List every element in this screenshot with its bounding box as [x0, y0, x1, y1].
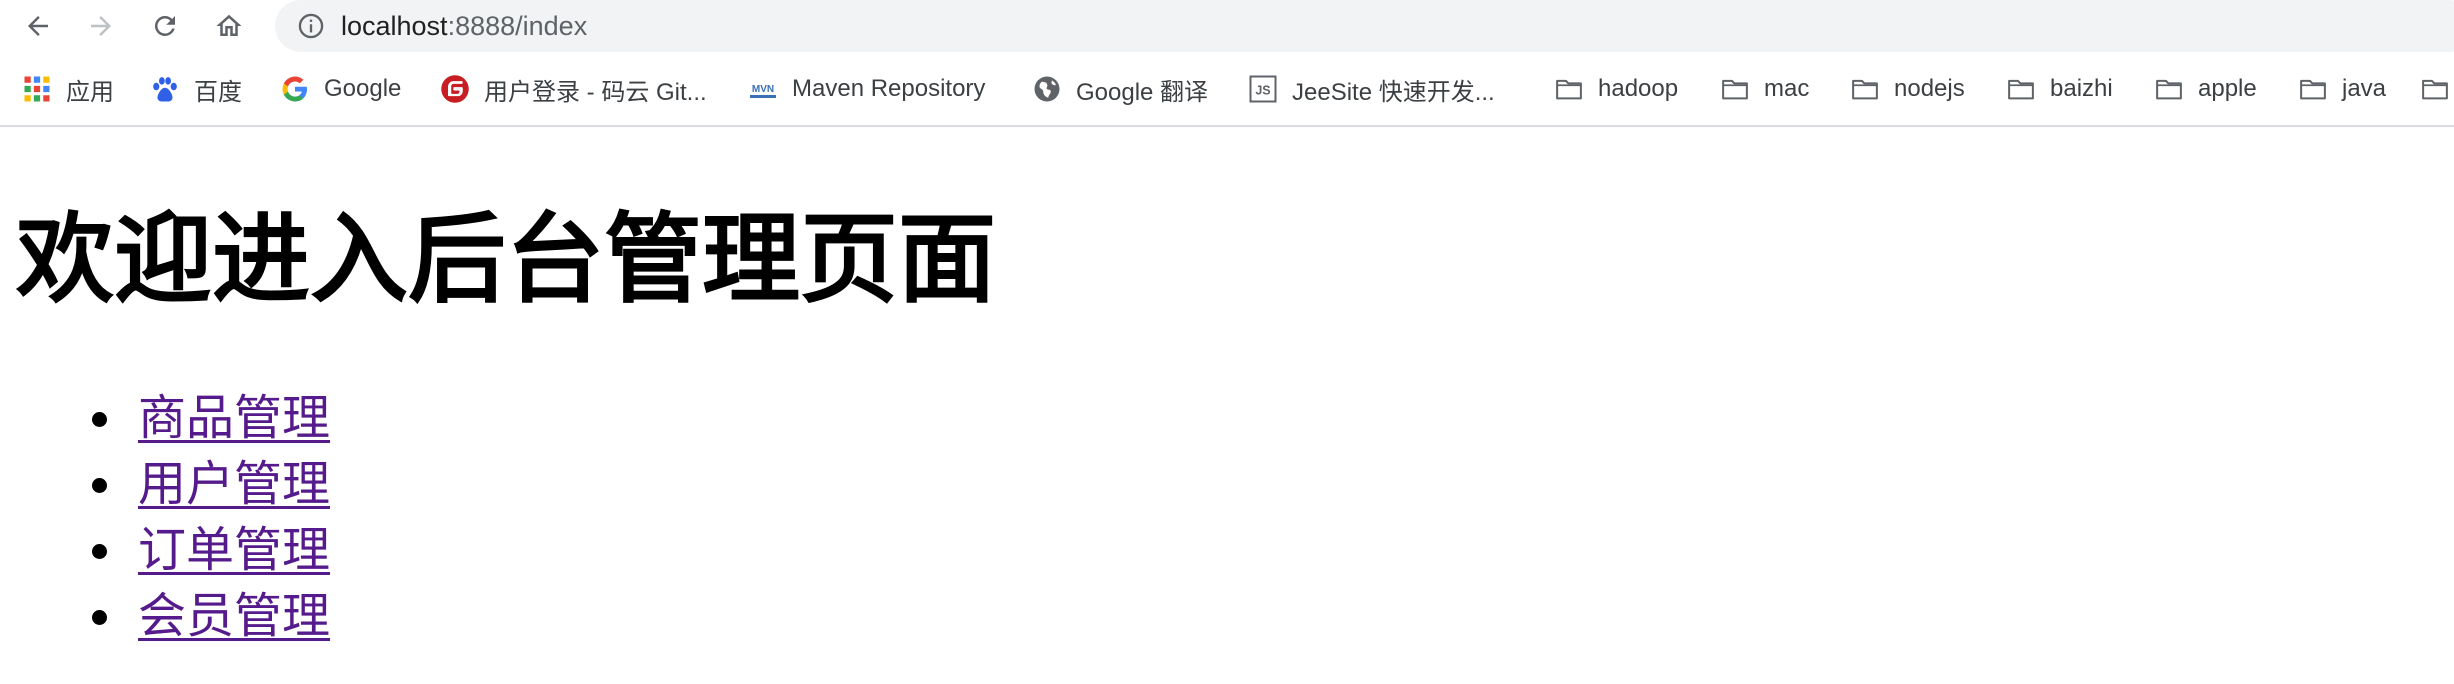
bookmark-google[interactable]: Google — [280, 66, 401, 112]
bookmark-label: hadoop — [1598, 75, 1679, 102]
bookmark-label: Google — [324, 75, 402, 102]
url-text: localhost:8888/index — [341, 11, 587, 42]
bookmark-label: Maven Repository — [792, 75, 986, 102]
bookmark-label: 用户登录 - 码云 Git... — [484, 78, 707, 106]
list-item: 订单管理 — [92, 517, 330, 583]
bookmark-label: java — [2342, 75, 2387, 102]
admin-menu-list: 商品管理 用户管理 订单管理 会员管理 — [0, 385, 330, 649]
folder-icon — [1720, 74, 1750, 104]
bookmark-label: apple — [2198, 75, 2257, 102]
bookmark-label: Google 翻译 — [1076, 78, 1209, 106]
page-title: 欢迎进入后台管理页面 — [16, 203, 997, 317]
bookmark-folder-baizhi[interactable]: baizhi — [2006, 66, 2113, 112]
bullet-icon — [92, 478, 107, 493]
url-path: :8888/index — [447, 10, 588, 41]
maven-icon: MVN — [748, 74, 778, 104]
address-bar[interactable]: localhost:8888/index — [275, 0, 2454, 52]
folder-icon — [2420, 74, 2450, 104]
bookmark-baidu[interactable]: 百度 — [150, 66, 242, 112]
bookmark-folder-java[interactable]: java — [2298, 66, 2386, 112]
bookmark-label: nodejs — [1894, 75, 1965, 102]
gitee-icon — [440, 74, 470, 104]
svg-text:JS: JS — [1255, 84, 1270, 98]
bookmark-gitee[interactable]: 用户登录 - 码云 Git... — [440, 66, 707, 112]
bookmarks-bar: 应用 百度 Google 用户登录 - 码云 Git... MVN Maven … — [0, 66, 2454, 112]
list-item: 商品管理 — [92, 385, 330, 451]
bullet-icon — [92, 610, 107, 625]
back-arrow-icon — [28, 16, 48, 36]
info-icon[interactable] — [297, 12, 325, 40]
home-button[interactable] — [211, 8, 247, 44]
bookmark-label: baizhi — [2050, 75, 2113, 102]
list-item: 用户管理 — [92, 451, 330, 517]
bookmark-label: mac — [1764, 75, 1810, 102]
google-icon — [280, 74, 310, 104]
list-item: 会员管理 — [92, 583, 330, 649]
forward-arrow-icon — [91, 16, 111, 36]
forward-button[interactable] — [83, 8, 119, 44]
bookmark-label: JeeSite 快速开发... — [1292, 78, 1495, 106]
svg-text:MVN: MVN — [752, 84, 774, 95]
bookmark-jeesite[interactable]: JS JeeSite 快速开发... — [1248, 66, 1495, 112]
back-button[interactable] — [20, 8, 56, 44]
bookmark-folder-apple[interactable]: apple — [2154, 66, 2257, 112]
menu-link-members[interactable]: 会员管理 — [138, 588, 330, 644]
menu-link-products[interactable]: 商品管理 — [138, 390, 330, 446]
bookmark-apps[interactable]: 应用 — [22, 66, 114, 112]
reload-button[interactable] — [147, 8, 183, 44]
bookmark-label: 百度 — [194, 78, 242, 106]
folder-icon — [1850, 74, 1880, 104]
bookmark-label: 应用 — [66, 78, 114, 106]
apps-grid-icon — [22, 74, 52, 104]
globe-icon — [1032, 74, 1062, 104]
bullet-icon — [92, 412, 107, 427]
js-icon: JS — [1248, 74, 1278, 104]
browser-toolbar: localhost:8888/index — [0, 0, 2454, 52]
url-host: localhost — [341, 10, 448, 41]
browser-chrome: localhost:8888/index 应用 百度 Google 用户登录 -… — [0, 0, 2454, 127]
home-icon — [216, 14, 242, 36]
bookmark-folder-hadoop[interactable]: hadoop — [1554, 66, 1678, 112]
bookmark-maven[interactable]: MVN Maven Repository — [748, 66, 985, 112]
reload-icon — [154, 15, 175, 36]
bullet-icon — [92, 544, 107, 559]
folder-icon — [2154, 74, 2184, 104]
bookmark-folder-nodejs[interactable]: nodejs — [1850, 66, 1965, 112]
bookmark-folder-overflow[interactable] — [2420, 66, 2454, 112]
folder-icon — [1554, 74, 1584, 104]
menu-link-orders[interactable]: 订单管理 — [138, 522, 330, 578]
bookmark-google-translate[interactable]: Google 翻译 — [1032, 66, 1208, 112]
baidu-icon — [150, 74, 180, 104]
folder-icon — [2006, 74, 2036, 104]
bookmark-folder-mac[interactable]: mac — [1720, 66, 1809, 112]
menu-link-users[interactable]: 用户管理 — [138, 456, 330, 512]
folder-icon — [2298, 74, 2328, 104]
